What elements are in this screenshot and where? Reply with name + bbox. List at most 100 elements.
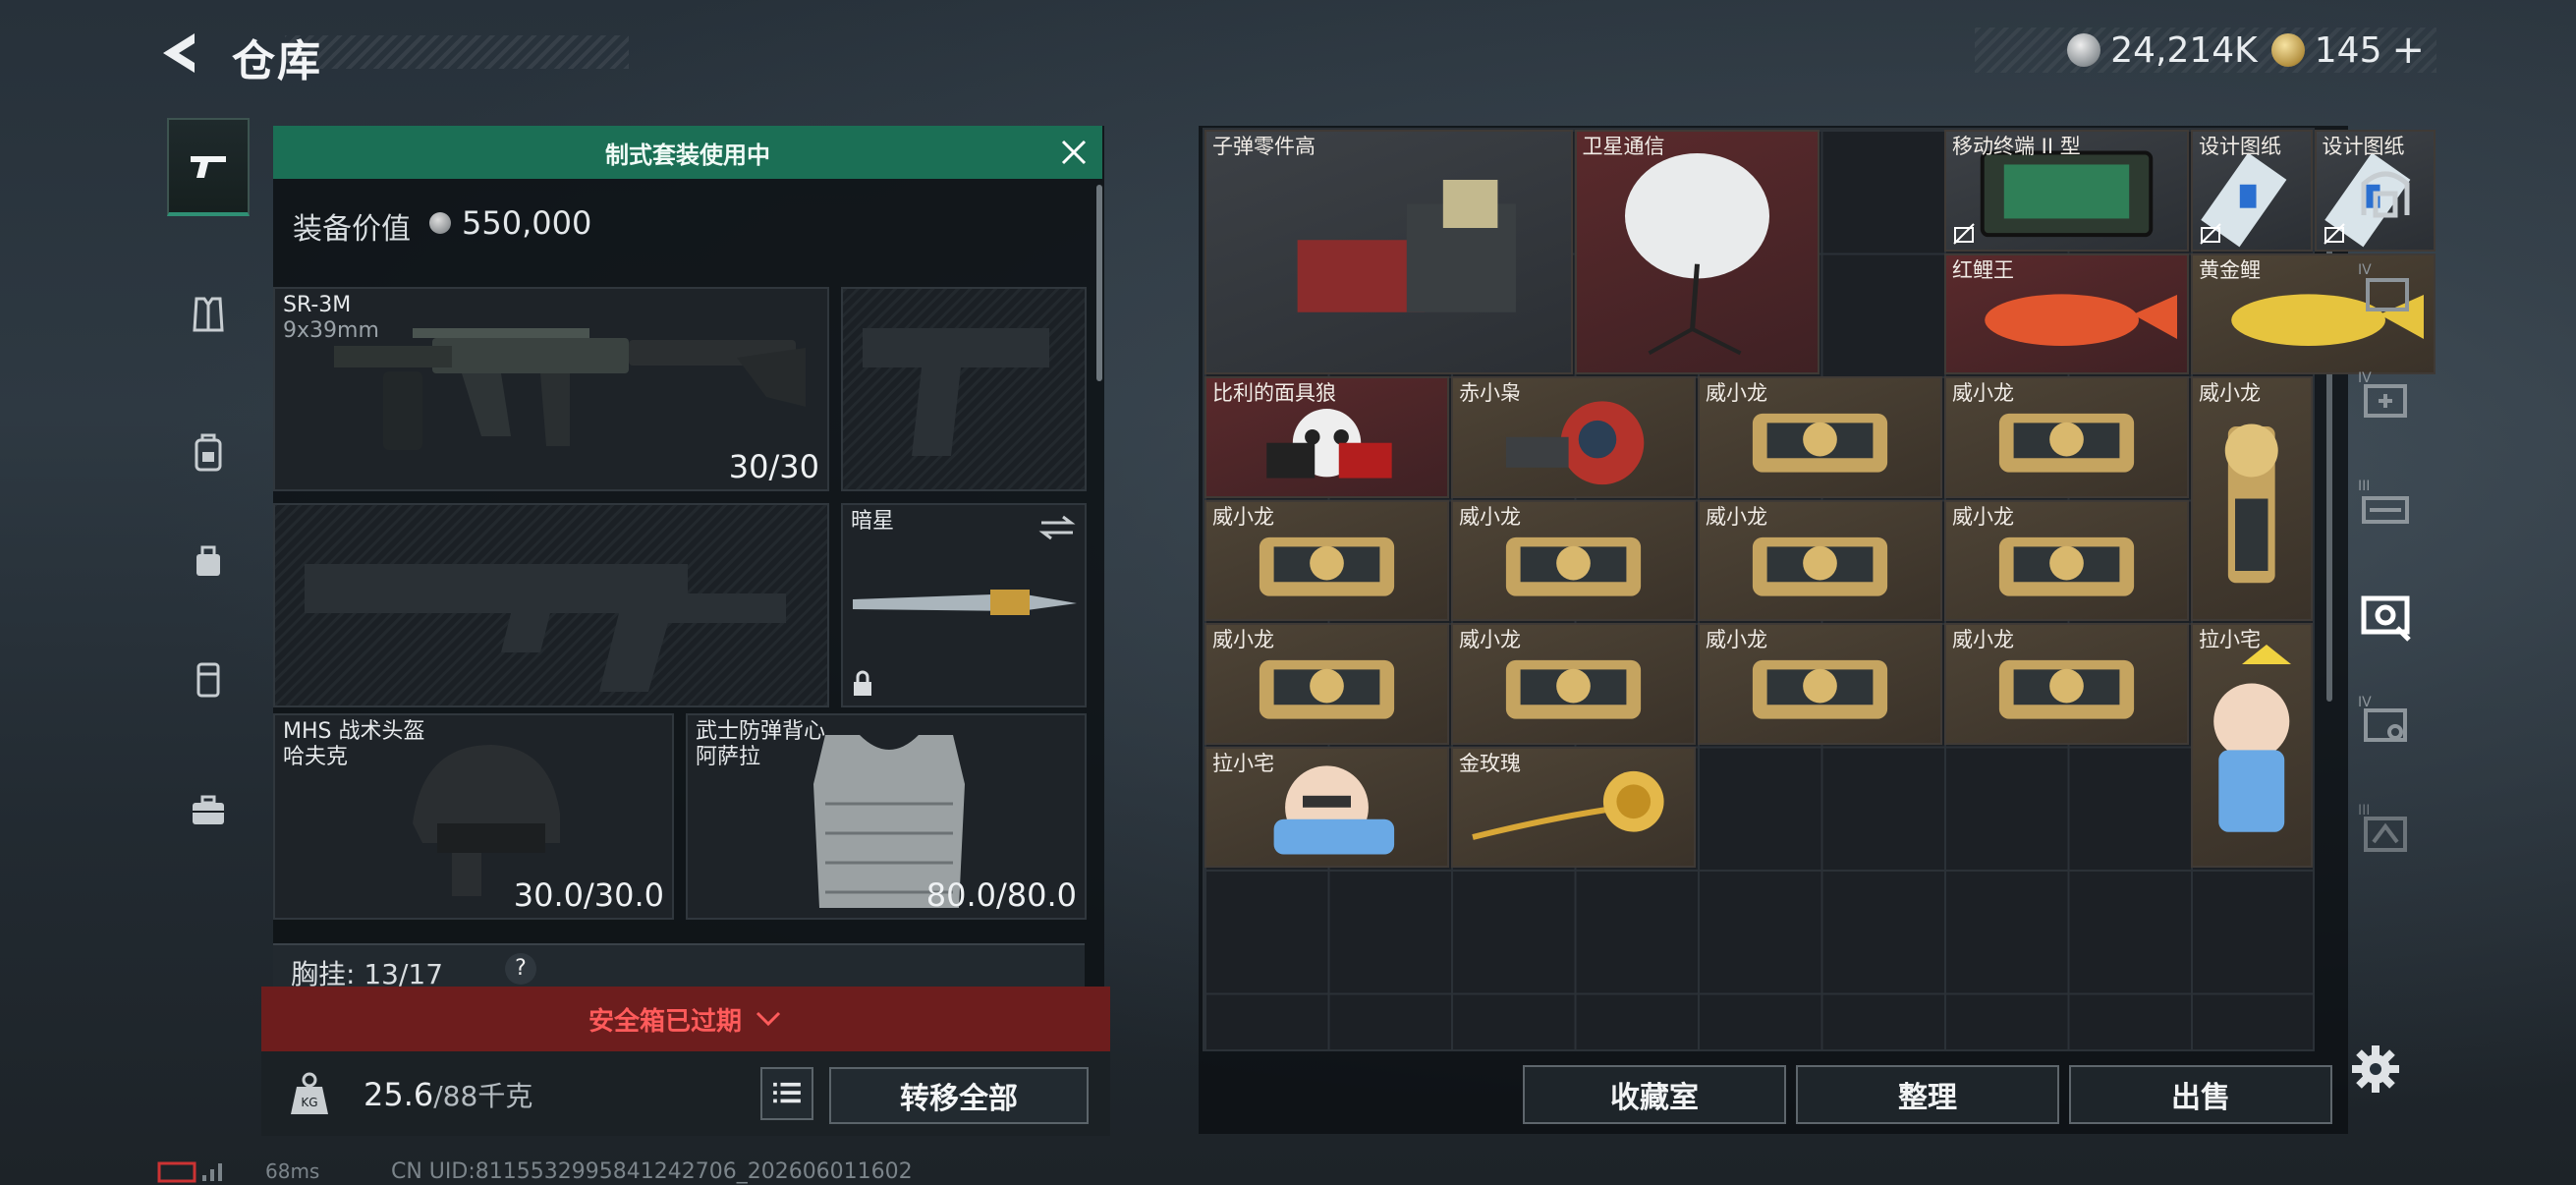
tab-all-storage[interactable] <box>2338 147 2433 236</box>
secondary-primary-slot[interactable] <box>273 503 829 707</box>
loadout-scrollbar[interactable] <box>1096 185 1102 381</box>
storage-item[interactable]: 子弹零件高 <box>1204 130 1573 374</box>
svg-text:IV: IV <box>2358 262 2372 278</box>
item-name: 拉小宅 <box>1212 751 1274 775</box>
item-name: 威小龙 <box>1459 628 1521 651</box>
melee-slot[interactable]: 暗星 <box>841 503 1087 707</box>
helmet-slot[interactable]: MHS 战术头盔 哈夫克 30.0/30.0 <box>273 713 674 920</box>
transfer-all-button[interactable]: 转移全部 <box>829 1067 1089 1124</box>
storage-item[interactable]: 威小龙 <box>1451 499 1696 621</box>
list-icon <box>773 1082 801 1103</box>
item-name: 威小龙 <box>1952 381 2014 405</box>
currency-bar: 24,214K 145 + <box>1975 28 2436 73</box>
storage-item[interactable]: 赤小枭 <box>1451 376 1696 498</box>
back-button[interactable] <box>155 28 202 79</box>
tab-armor[interactable] <box>167 265 250 364</box>
ammo-box-icon: III <box>2358 803 2407 852</box>
tab-storage-iv-b[interactable]: IV <box>2338 354 2433 442</box>
storage-item[interactable]: 威小龙 <box>2191 376 2313 621</box>
sort-button[interactable]: 整理 <box>1796 1065 2059 1124</box>
silver-amount: 24,214K <box>2110 29 2258 71</box>
secondary-weapon-slot[interactable] <box>841 287 1087 491</box>
storage-item[interactable]: 威小龙 <box>1204 499 1449 621</box>
storage-item[interactable]: 设计图纸 <box>2191 130 2313 252</box>
storage-item[interactable]: 威小龙 <box>1698 623 1942 745</box>
pistol-icon <box>191 156 226 178</box>
tab-briefcase[interactable] <box>167 762 250 860</box>
item-name: 移动终端 II 型 <box>1952 135 2081 158</box>
gold-currency[interactable]: 145 + <box>2270 28 2425 73</box>
storage-item[interactable]: 威小龙 <box>1451 623 1696 745</box>
weight-max: /88千克 <box>433 1080 533 1112</box>
tab-backpack[interactable] <box>167 403 250 501</box>
tab-storage-iii-a[interactable]: III <box>2338 462 2433 550</box>
tab-case[interactable] <box>167 629 250 727</box>
item-name: 比利的面具狼 <box>1212 381 1336 405</box>
parts-image <box>1297 180 1516 312</box>
armor-icon <box>193 297 224 332</box>
storage-box-icon: IV <box>2358 262 2409 311</box>
close-icon[interactable] <box>1057 136 1091 169</box>
storage-item[interactable]: 威小龙 <box>1944 499 2189 621</box>
equipment-value-amount: 550,000 <box>462 204 592 242</box>
item-name: 黄金鲤 <box>2199 257 2261 282</box>
item-name: 设计图纸 <box>2199 135 2281 158</box>
primary-weapon-slot[interactable]: SR-3M 9x39mm 30/30 <box>273 287 829 491</box>
weight-icon: KG <box>291 1072 328 1114</box>
chest-rig-row[interactable]: 胸挂: 13/17 ? <box>273 943 1085 990</box>
item-name: 威小龙 <box>1952 628 2014 651</box>
storage-category-tabs: IV IV III IV III <box>2338 147 2446 992</box>
storage-item[interactable]: 比利的面具狼 <box>1204 376 1449 498</box>
storage-item[interactable]: 威小龙 <box>1944 376 2189 498</box>
silver-coin-icon <box>2067 33 2101 67</box>
sell-button[interactable]: 出售 <box>2069 1065 2332 1124</box>
list-view-button[interactable] <box>760 1067 813 1120</box>
gold-coin-icon <box>2270 33 2305 67</box>
tab-weapons[interactable] <box>167 118 250 216</box>
vest-slot[interactable]: 武士防弹背心 阿萨拉 80.0/80.0 <box>686 713 1087 920</box>
help-icon[interactable]: ? <box>505 953 536 985</box>
tab-collectibles[interactable] <box>2338 570 2433 658</box>
storage-item[interactable]: 红鲤王 <box>1944 253 2189 374</box>
gear-icon[interactable] <box>2350 1044 2401 1095</box>
collection-room-button[interactable]: 收藏室 <box>1523 1065 1786 1124</box>
pistol-placeholder-icon <box>863 328 1049 456</box>
tab-storage-iv-a[interactable]: IV <box>2338 246 2433 334</box>
item-name: 威小龙 <box>1952 504 2014 529</box>
storage-item[interactable]: 拉小宅 <box>2191 623 2313 868</box>
storage-item[interactable]: 威小龙 <box>1204 623 1449 745</box>
dish-image <box>1624 153 1769 356</box>
gold-plus-button[interactable]: + <box>2391 28 2425 73</box>
storage-item[interactable]: 卫星通信 <box>1574 130 1820 374</box>
primary-ammo-count: 30/30 <box>728 448 819 485</box>
chevron-down-icon <box>756 1011 781 1027</box>
storage-item[interactable]: 金玫瑰 <box>1451 746 1696 868</box>
tab-storage-iv-c[interactable]: IV <box>2338 678 2433 766</box>
lock-icon <box>854 670 871 696</box>
item-name: 威小龙 <box>1459 504 1521 529</box>
svg-text:III: III <box>2358 479 2370 494</box>
dragon-tall-image <box>2224 423 2278 584</box>
storage-item[interactable]: 拉小宅 <box>1204 746 1449 868</box>
item-name: 威小龙 <box>1706 381 1767 405</box>
case-icon <box>196 662 220 698</box>
storage-item[interactable]: 威小龙 <box>1698 376 1942 498</box>
equipment-category-tabs <box>157 118 261 1110</box>
item-name: 子弹零件高 <box>1212 135 1316 158</box>
user-uid: CN UID:8115532995841242706_202606011602 <box>391 1159 913 1184</box>
ping-readout: 68ms <box>265 1159 320 1183</box>
knife-image <box>853 590 1077 615</box>
silver-coin-icon <box>429 212 451 234</box>
loadout-footer: KG 25.6/88千克 转移全部 <box>261 1051 1110 1136</box>
no-trade-icon <box>2200 222 2221 245</box>
weapon-box-icon: III <box>2358 479 2409 524</box>
safebox-expired-banner[interactable]: 安全箱已过期 <box>261 987 1110 1051</box>
tab-pouch[interactable] <box>167 511 250 609</box>
tab-storage-iii-b[interactable]: III <box>2338 786 2433 875</box>
storage-item[interactable]: 移动终端 II 型 <box>1944 130 2189 252</box>
storage-item[interactable]: 威小龙 <box>1698 499 1942 621</box>
storage-item[interactable]: 威小龙 <box>1944 623 2189 745</box>
weight-current: 25.6 <box>364 1076 434 1113</box>
briefcase-icon <box>193 795 224 824</box>
svg-text:IV: IV <box>2358 695 2372 710</box>
